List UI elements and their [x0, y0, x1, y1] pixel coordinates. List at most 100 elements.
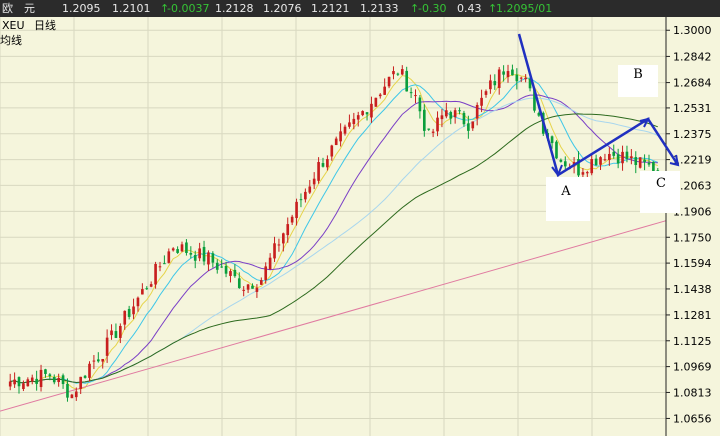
candle-body — [445, 110, 448, 117]
candle-body — [105, 337, 109, 356]
candle-body — [409, 92, 413, 94]
candle-body — [141, 289, 144, 295]
candle-body — [282, 233, 285, 244]
candle-body — [608, 153, 611, 161]
candle-body — [422, 109, 426, 131]
amplitude: 0.43 — [457, 2, 482, 15]
chart-window: 欧 元 1.2095 1.2101 ↑ -0.0037 1.2128 1.207… — [0, 0, 720, 436]
candle-body — [299, 199, 303, 201]
candle-body — [88, 363, 91, 378]
candle-body — [467, 123, 470, 131]
candle-body — [594, 158, 598, 166]
candle-body — [26, 379, 30, 387]
candle-body — [493, 81, 497, 86]
y-tick-label: 1.1438 — [673, 283, 712, 296]
candle-body — [61, 375, 65, 385]
candle-body — [259, 280, 263, 285]
plot-background — [0, 17, 720, 436]
candle-body — [458, 110, 461, 112]
candle-body — [339, 131, 342, 142]
y-tick-label: 1.2842 — [673, 50, 712, 63]
price-chart[interactable]: 1.30001.28421.26841.25311.23751.22191.20… — [0, 17, 720, 436]
y-tick-label: 1.0969 — [673, 361, 712, 374]
candle-body — [489, 80, 492, 90]
candle-body — [35, 378, 38, 384]
high-price: 1.2121 — [311, 2, 350, 15]
candle-body — [506, 71, 510, 78]
candle-body — [290, 216, 294, 223]
candle-body — [246, 284, 250, 290]
y-tick-label: 1.0656 — [673, 412, 712, 425]
candle-body — [330, 145, 334, 157]
candle-body — [304, 191, 307, 200]
candle-body — [427, 128, 431, 130]
candle-body — [295, 201, 298, 219]
candle-body — [616, 154, 620, 164]
y-tick-label: 1.1281 — [673, 309, 712, 322]
candle-body — [83, 375, 87, 378]
candle-body — [511, 69, 514, 76]
candle-body — [431, 131, 435, 133]
candle-body — [158, 266, 162, 268]
candle-body — [374, 97, 378, 107]
candle-body — [132, 306, 135, 315]
candle-body — [436, 117, 439, 132]
candle-body — [440, 115, 444, 120]
instrument-name: 欧 元 — [2, 2, 35, 15]
candle-body — [400, 69, 404, 75]
candle-body — [378, 94, 382, 97]
candle-body — [193, 255, 197, 261]
candle-body — [13, 379, 16, 385]
y-tick-label: 1.1125 — [673, 335, 712, 348]
low-price: 1.2076 — [263, 2, 302, 15]
wave-label-a: A — [560, 184, 571, 199]
candle-body — [581, 172, 585, 175]
candle-body — [392, 71, 395, 75]
time-value: 1.2095/01 — [496, 2, 553, 15]
candle-body — [638, 157, 642, 168]
candle-body — [352, 118, 356, 125]
candle-body — [39, 369, 43, 388]
candle-body — [74, 391, 78, 398]
candle-body — [550, 136, 554, 144]
pct-change: -0.30 — [418, 2, 447, 15]
period-label: 日线 — [34, 18, 56, 32]
candle-body — [8, 381, 12, 387]
y-tick-label: 1.1594 — [673, 257, 712, 270]
y-tick-label: 1.0813 — [673, 386, 712, 399]
candle-body — [96, 359, 100, 362]
candle-body — [356, 115, 360, 120]
candle-body — [211, 253, 215, 263]
candle-body — [599, 157, 602, 165]
candle-body — [114, 331, 118, 338]
candle-body — [317, 162, 320, 181]
candle-body — [453, 110, 457, 118]
candle-body — [647, 162, 651, 165]
candle-body — [242, 289, 246, 291]
candle-body — [343, 126, 347, 134]
wave-label-b: B — [633, 67, 643, 82]
candle-body — [273, 243, 276, 259]
candle-body — [79, 376, 83, 389]
change-value: -0.0037 — [167, 2, 210, 15]
candle-body — [559, 159, 563, 162]
candle-body — [189, 252, 193, 255]
last-price: 1.2095 — [62, 2, 101, 15]
y-tick-label: 1.2531 — [673, 102, 712, 115]
candle-body — [237, 278, 241, 289]
candle-body — [22, 383, 25, 390]
candle-body — [255, 287, 259, 292]
candle-body — [334, 138, 338, 146]
candle-body — [207, 252, 210, 265]
candle-body — [220, 266, 223, 268]
candle-body — [321, 163, 325, 167]
candle-body — [229, 271, 232, 276]
candle-body — [449, 112, 453, 119]
candle-body — [515, 74, 519, 82]
candle-body — [57, 378, 60, 383]
candle-body — [52, 377, 56, 383]
candle-body — [268, 257, 272, 270]
bid-price: 1.2101 — [112, 2, 151, 15]
candle-body — [312, 178, 316, 185]
candle-body — [643, 159, 646, 163]
